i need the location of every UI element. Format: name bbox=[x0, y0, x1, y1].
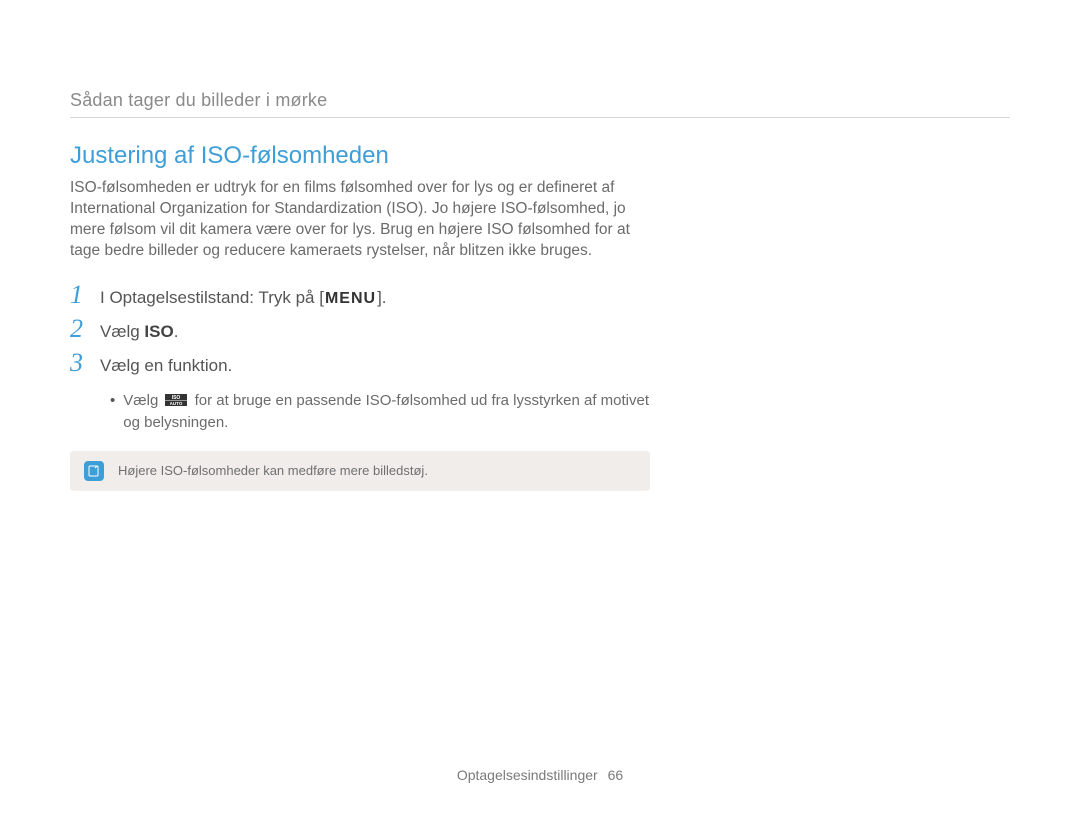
svg-text:AUTO: AUTO bbox=[170, 401, 183, 406]
note-box: Højere ISO-følsomheder kan medføre mere … bbox=[70, 451, 650, 491]
footer-section: Optagelsesindstillinger bbox=[457, 767, 598, 783]
step-2-suffix: . bbox=[174, 322, 179, 341]
step-number: 2 bbox=[70, 316, 100, 342]
breadcrumb: Sådan tager du billeder i mørke bbox=[70, 90, 1010, 111]
step-1-suffix: ]. bbox=[377, 288, 386, 307]
note-icon bbox=[84, 461, 104, 481]
step-1: 1 I Optagelsestilstand: Tryk på [MENU]. bbox=[70, 282, 650, 308]
step-number: 3 bbox=[70, 350, 100, 376]
sub-bullet-prefix: Vælg bbox=[123, 392, 162, 409]
step-list: 1 I Optagelsestilstand: Tryk på [MENU]. … bbox=[70, 282, 650, 376]
step-2-bold: ISO bbox=[144, 322, 173, 341]
step-1-prefix: I Optagelsestilstand: Tryk på [ bbox=[100, 288, 324, 307]
step-number: 1 bbox=[70, 282, 100, 308]
sub-bullet-suffix: for at bruge en passende ISO-følsomhed u… bbox=[123, 392, 649, 431]
step-text: Vælg ISO. bbox=[100, 322, 178, 342]
step-2: 2 Vælg ISO. bbox=[70, 316, 650, 342]
note-text: Højere ISO-følsomheder kan medføre mere … bbox=[118, 463, 428, 478]
step-text: I Optagelsestilstand: Tryk på [MENU]. bbox=[100, 288, 387, 308]
sub-bullet-list: Vælg ISO AUTO for at bruge en passende I… bbox=[110, 390, 650, 433]
step-3: 3 Vælg en funktion. bbox=[70, 350, 650, 376]
sub-bullet: Vælg ISO AUTO for at bruge en passende I… bbox=[110, 390, 650, 433]
intro-paragraph: ISO-følsomheden er udtryk for en films f… bbox=[70, 178, 650, 262]
divider bbox=[70, 117, 1010, 118]
manual-page: Sådan tager du billeder i mørke Justerin… bbox=[0, 0, 1080, 815]
sub-bullet-body: Vælg ISO AUTO for at bruge en passende I… bbox=[123, 390, 650, 433]
page-number: 66 bbox=[608, 767, 624, 783]
content-column: Justering af ISO-følsomheden ISO-følsomh… bbox=[70, 142, 650, 491]
iso-auto-icon: ISO AUTO bbox=[165, 391, 187, 412]
step-2-prefix: Vælg bbox=[100, 322, 144, 341]
page-footer: Optagelsesindstillinger 66 bbox=[0, 767, 1080, 783]
step-text: Vælg en funktion. bbox=[100, 356, 232, 376]
menu-button-label: MENU bbox=[324, 290, 377, 308]
section-heading: Justering af ISO-følsomheden bbox=[70, 142, 650, 170]
